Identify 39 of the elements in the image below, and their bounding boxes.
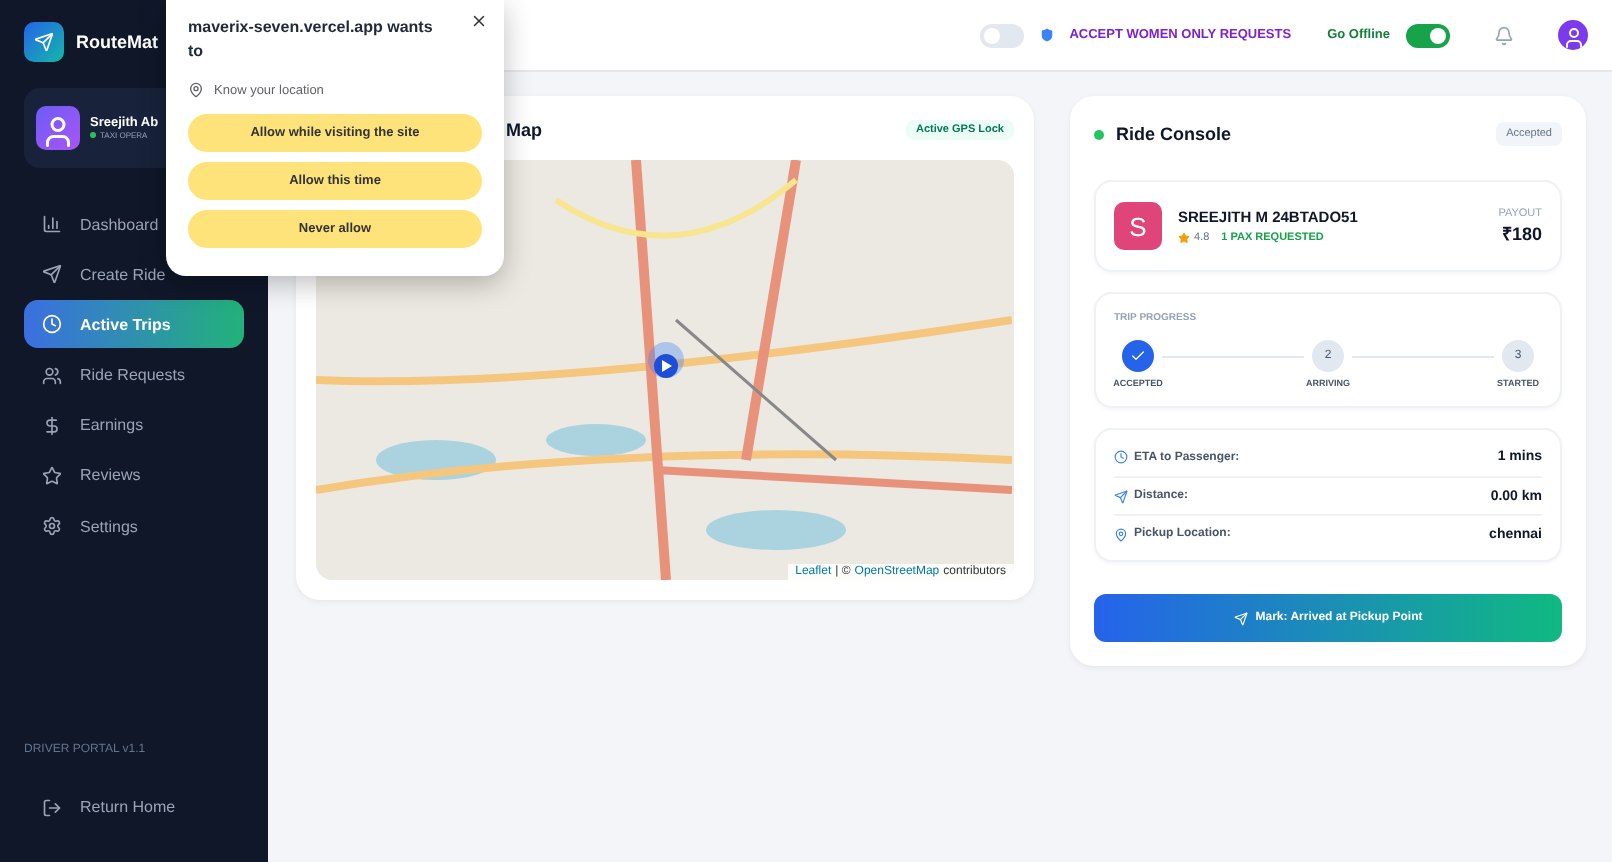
card-title: Ride Console	[1116, 124, 1232, 144]
women-only-toggle[interactable]	[979, 23, 1024, 47]
nav-item[interactable]: Ride Requests	[24, 351, 244, 400]
paper-plane-icon	[42, 264, 62, 285]
brand-name: RouteMat	[76, 32, 158, 52]
dollar-icon	[42, 415, 62, 436]
nav-item[interactable]: Active Trips	[24, 300, 244, 349]
nav-item[interactable]: Settings	[24, 502, 244, 551]
star-icon	[42, 465, 62, 486]
popup-title: maverix-seven.vercel.app wants to	[188, 16, 435, 64]
users-icon	[42, 365, 62, 386]
paper-plane-icon	[1233, 611, 1248, 625]
nav-item[interactable]: Reviews	[24, 451, 244, 500]
paper-plane-icon	[34, 32, 54, 52]
map-pin-icon	[188, 82, 204, 98]
return-home-link[interactable]: Return Home	[24, 783, 244, 832]
clock-icon	[42, 314, 62, 335]
payout-amount: ₹180	[1499, 221, 1542, 245]
exit-icon	[42, 797, 62, 818]
nav-item[interactable]: Earnings	[24, 401, 244, 450]
bar-chart-icon	[42, 214, 62, 234]
paper-plane-icon	[1114, 489, 1128, 503]
shield-icon	[1039, 28, 1054, 42]
avatar-icon[interactable]	[1558, 20, 1588, 50]
settings-icon	[42, 516, 62, 537]
map-pin-icon	[1114, 527, 1128, 541]
bell-icon[interactable]	[1494, 25, 1514, 45]
card-title: Map	[506, 120, 542, 140]
check-icon	[1130, 348, 1146, 364]
passenger-avatar: S	[1114, 202, 1162, 250]
star-icon	[1178, 232, 1190, 244]
nav-item[interactable]: Create Ride	[24, 250, 244, 299]
close-icon	[470, 12, 488, 30]
person-icon	[1561, 26, 1585, 50]
close-button[interactable]	[470, 12, 488, 30]
location-marker-icon	[648, 342, 684, 378]
clock-icon	[1114, 450, 1128, 464]
person-icon	[40, 114, 76, 150]
online-toggle[interactable]	[1406, 23, 1450, 47]
